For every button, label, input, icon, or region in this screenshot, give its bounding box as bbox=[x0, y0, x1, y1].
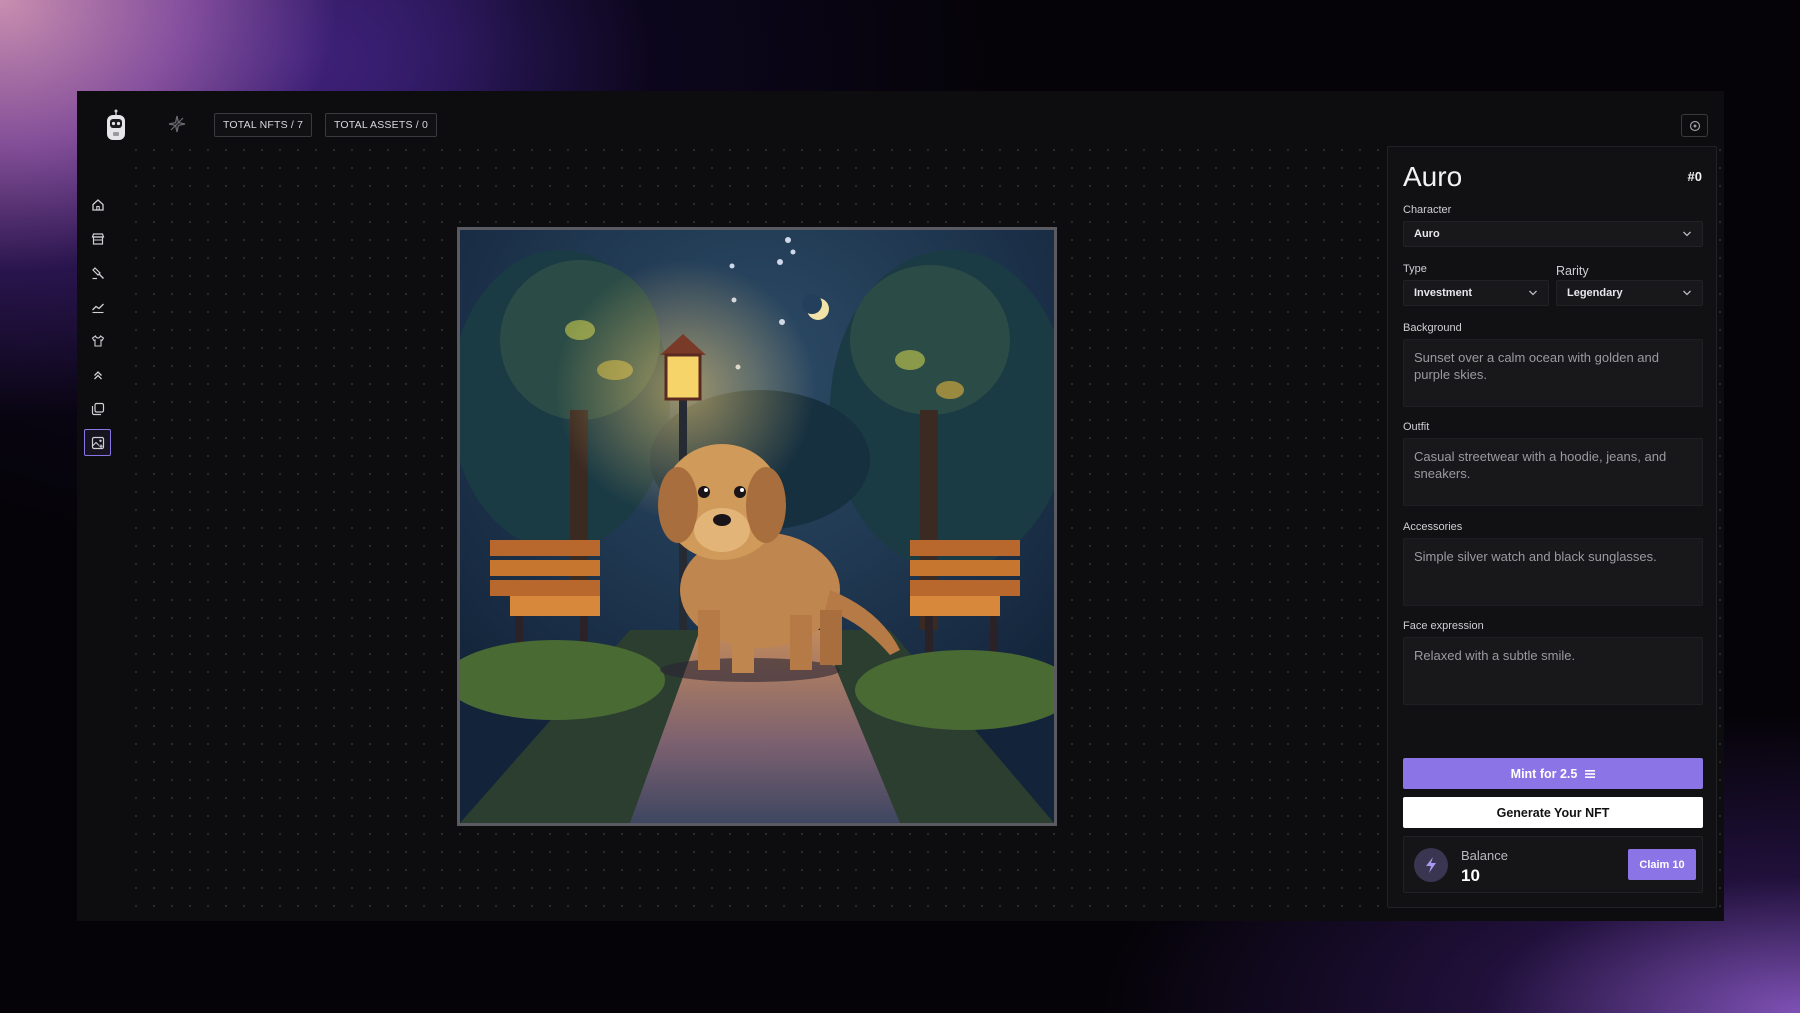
gear-icon bbox=[1689, 120, 1700, 131]
sidebar-item-home[interactable] bbox=[84, 191, 111, 218]
pixel-dog-park-illustration bbox=[460, 230, 1054, 823]
robot-logo-icon[interactable] bbox=[105, 108, 127, 142]
character-select-value: Auro bbox=[1414, 228, 1440, 240]
mint-button[interactable]: Mint for 2.5 bbox=[1403, 758, 1703, 789]
rarity-select[interactable]: Legendary bbox=[1556, 280, 1703, 306]
nft-id-badge: #0 bbox=[1687, 169, 1702, 184]
store-icon bbox=[91, 232, 104, 245]
balance-label: Balance bbox=[1461, 848, 1508, 863]
chevrons-up-icon bbox=[93, 370, 102, 379]
sparkle-icon[interactable] bbox=[168, 115, 186, 136]
hammer-icon bbox=[91, 266, 104, 279]
rarity-select-value: Legendary bbox=[1567, 287, 1623, 299]
face-expression-label: Face expression bbox=[1403, 620, 1484, 632]
sidebar-item-build[interactable] bbox=[84, 259, 111, 286]
lightning-icon bbox=[1414, 848, 1448, 882]
chevron-down-icon bbox=[1529, 290, 1537, 296]
character-select[interactable]: Auro bbox=[1403, 221, 1703, 247]
background-label: Background bbox=[1403, 322, 1462, 334]
sidebar-item-chart[interactable] bbox=[84, 293, 111, 320]
type-select-value: Investment bbox=[1414, 287, 1473, 299]
sidebar-item-store[interactable] bbox=[84, 225, 111, 252]
accessories-label: Accessories bbox=[1403, 521, 1463, 533]
top-bar: TOTAL NFTS / 7 TOTAL ASSETS / 0 bbox=[77, 91, 1724, 141]
layers-icon bbox=[91, 402, 104, 415]
total-assets-badge: TOTAL ASSETS / 0 bbox=[325, 113, 438, 137]
total-nfts-badge: TOTAL NFTS / 7 bbox=[214, 113, 313, 137]
chevron-down-icon bbox=[1683, 290, 1691, 296]
type-label: Type bbox=[1403, 263, 1427, 275]
shirt-icon bbox=[91, 334, 104, 347]
generate-nft-button[interactable]: Generate Your NFT bbox=[1403, 797, 1703, 828]
face-expression-textarea[interactable]: Relaxed with a subtle smile. bbox=[1403, 637, 1703, 705]
type-select[interactable]: Investment bbox=[1403, 280, 1549, 306]
eth-icon bbox=[1585, 769, 1596, 778]
nft-name-title: Auro bbox=[1403, 161, 1463, 192]
app-window: TOTAL NFTS / 7 TOTAL ASSETS / 0 Auro #0 … bbox=[77, 91, 1724, 921]
mint-button-label: Mint for 2.5 bbox=[1510, 766, 1578, 781]
nft-preview-image bbox=[457, 227, 1057, 826]
home-icon bbox=[91, 198, 104, 211]
background-textarea[interactable]: Sunset over a calm ocean with golden and… bbox=[1403, 339, 1703, 407]
outfit-label: Outfit bbox=[1403, 421, 1430, 433]
sidebar-item-wardrobe[interactable] bbox=[84, 327, 111, 354]
sidebar-item-generate[interactable] bbox=[84, 429, 111, 456]
nft-editor-panel: Auro #0 Character Auro Type Investment R… bbox=[1387, 146, 1717, 908]
settings-button[interactable] bbox=[1681, 114, 1708, 137]
character-label: Character bbox=[1403, 204, 1452, 216]
sidebar-item-collection[interactable] bbox=[84, 395, 111, 422]
outfit-textarea[interactable]: Casual streetwear with a hoodie, jeans, … bbox=[1403, 438, 1703, 506]
balance-card: Balance 10 Claim 10 bbox=[1403, 836, 1703, 893]
image-generate-icon bbox=[91, 436, 104, 449]
balance-value: 10 bbox=[1461, 866, 1480, 885]
rarity-label: Rarity bbox=[1556, 264, 1589, 278]
sidebar-item-upgrade[interactable] bbox=[84, 361, 111, 388]
chart-icon bbox=[91, 303, 104, 313]
chevron-down-icon bbox=[1683, 231, 1691, 237]
claim-button[interactable]: Claim 10 bbox=[1628, 849, 1696, 880]
accessories-textarea[interactable]: Simple silver watch and black sunglasses… bbox=[1403, 538, 1703, 606]
